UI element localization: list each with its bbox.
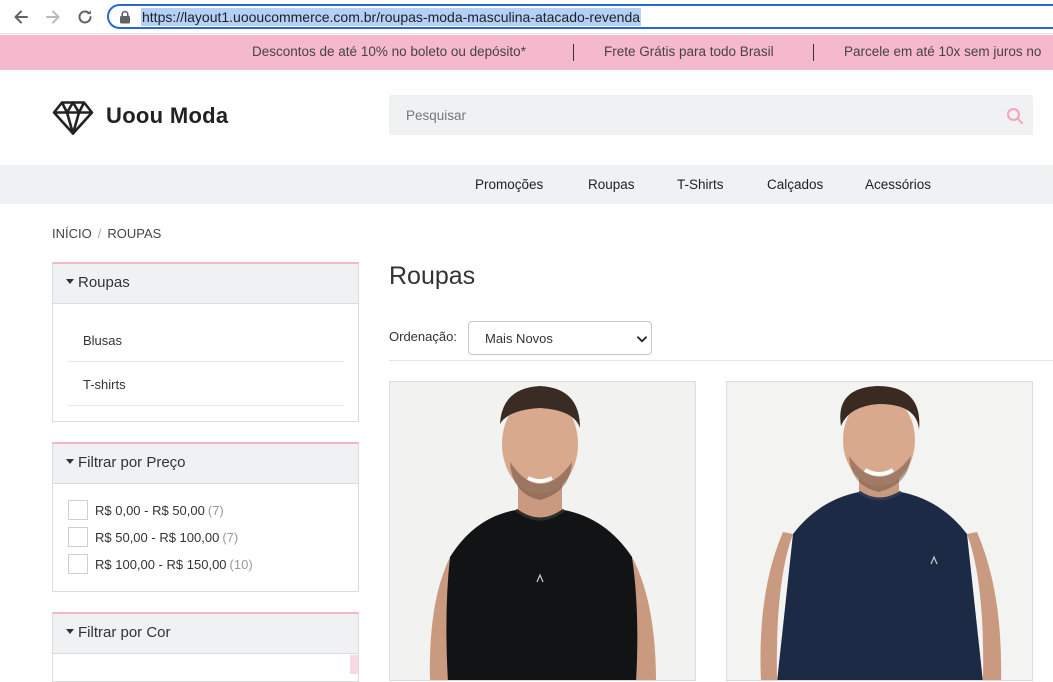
promo-divider bbox=[573, 44, 574, 61]
sort-selected-value: Mais Novos bbox=[485, 331, 553, 346]
search-icon[interactable] bbox=[1006, 107, 1024, 125]
brand-name[interactable]: Uoou Moda bbox=[106, 103, 228, 129]
category-item-label: T-shirts bbox=[83, 377, 126, 392]
sort-select[interactable]: Mais Novos bbox=[468, 321, 652, 355]
back-arrow-icon[interactable] bbox=[11, 7, 31, 27]
promo-installments: Parcele em até 10x sem juros no bbox=[844, 44, 1042, 59]
caret-down-icon bbox=[66, 278, 74, 284]
price-option-count: (7) bbox=[222, 530, 239, 545]
price-filter-panel: Filtrar por Preço R$ 0,00 - R$ 50,00 (7) … bbox=[52, 442, 359, 592]
page-title: Roupas bbox=[389, 262, 476, 290]
nav-item-calcados[interactable]: Calçados bbox=[767, 177, 823, 192]
price-filter-title: Filtrar por Preço bbox=[78, 454, 186, 471]
price-checkbox[interactable] bbox=[68, 500, 88, 520]
nav-item-roupas[interactable]: Roupas bbox=[588, 177, 635, 192]
search-input[interactable] bbox=[389, 95, 989, 135]
price-option-count: (7) bbox=[207, 503, 224, 518]
category-panel: Roupas Blusas T-shirts bbox=[52, 262, 359, 422]
price-filter-header[interactable]: Filtrar por Preço bbox=[53, 444, 358, 484]
category-item-blusas[interactable]: Blusas bbox=[68, 319, 344, 362]
price-option-label: R$ 50,00 - R$ 100,00 (7) bbox=[95, 530, 239, 545]
nav-item-acessorios[interactable]: Acessórios bbox=[865, 177, 931, 192]
price-option-label: R$ 0,00 - R$ 50,00 (7) bbox=[95, 503, 224, 518]
content-divider bbox=[389, 360, 1053, 361]
promo-divider bbox=[813, 44, 814, 61]
price-checkbox[interactable] bbox=[68, 527, 88, 547]
color-filter-title: Filtrar por Cor bbox=[78, 624, 171, 641]
search-bar bbox=[389, 95, 1033, 135]
category-panel-header[interactable]: Roupas bbox=[53, 264, 358, 304]
sort-label: Ordenação: bbox=[389, 329, 457, 344]
color-filter-panel: Filtrar por Cor bbox=[52, 612, 359, 682]
panel-scroll-accent bbox=[350, 655, 358, 674]
caret-down-icon bbox=[66, 628, 74, 634]
product-card[interactable] bbox=[389, 381, 696, 681]
price-option-count: (10) bbox=[229, 557, 253, 572]
color-filter-header[interactable]: Filtrar por Cor bbox=[53, 614, 358, 654]
main-navigation: Promoções Roupas T-Shirts Calçados Acess… bbox=[0, 165, 1053, 204]
diamond-logo-icon[interactable] bbox=[52, 100, 94, 136]
category-item-label: Blusas bbox=[83, 333, 123, 348]
breadcrumb: INÍCIO / ROUPAS bbox=[52, 226, 161, 241]
caret-down-icon bbox=[66, 458, 74, 464]
url-text[interactable]: https://layout1.uooucommerce.com.br/roup… bbox=[141, 8, 642, 26]
nav-item-tshirts[interactable]: T-Shirts bbox=[677, 177, 724, 192]
address-bar[interactable]: https://layout1.uooucommerce.com.br/roup… bbox=[107, 4, 1053, 29]
product-card[interactable] bbox=[726, 381, 1033, 681]
category-panel-title: Roupas bbox=[78, 274, 130, 291]
promo-banner: Descontos de até 10% no boleto ou depósi… bbox=[0, 35, 1053, 70]
promo-discount: Descontos de até 10% no boleto ou depósi… bbox=[252, 44, 526, 59]
price-checkbox[interactable] bbox=[68, 554, 88, 574]
lock-icon bbox=[120, 10, 130, 24]
price-option-label: R$ 100,00 - R$ 150,00 (10) bbox=[95, 557, 253, 572]
browser-toolbar: https://layout1.uooucommerce.com.br/roup… bbox=[0, 0, 1053, 34]
product-image-black-tshirt[interactable] bbox=[390, 382, 695, 681]
nav-item-promocoes[interactable]: Promoções bbox=[475, 177, 543, 192]
category-item-tshirts[interactable]: T-shirts bbox=[68, 363, 344, 406]
chevron-down-icon bbox=[637, 336, 647, 343]
product-image-navy-tshirt[interactable] bbox=[727, 382, 1032, 681]
breadcrumb-current: ROUPAS bbox=[107, 226, 162, 241]
breadcrumb-separator: / bbox=[97, 226, 102, 241]
forward-arrow-icon[interactable] bbox=[43, 7, 63, 27]
breadcrumb-home[interactable]: INÍCIO bbox=[52, 226, 92, 241]
promo-free-shipping: Frete Grátis para todo Brasil bbox=[604, 44, 774, 59]
reload-icon[interactable] bbox=[75, 7, 95, 27]
